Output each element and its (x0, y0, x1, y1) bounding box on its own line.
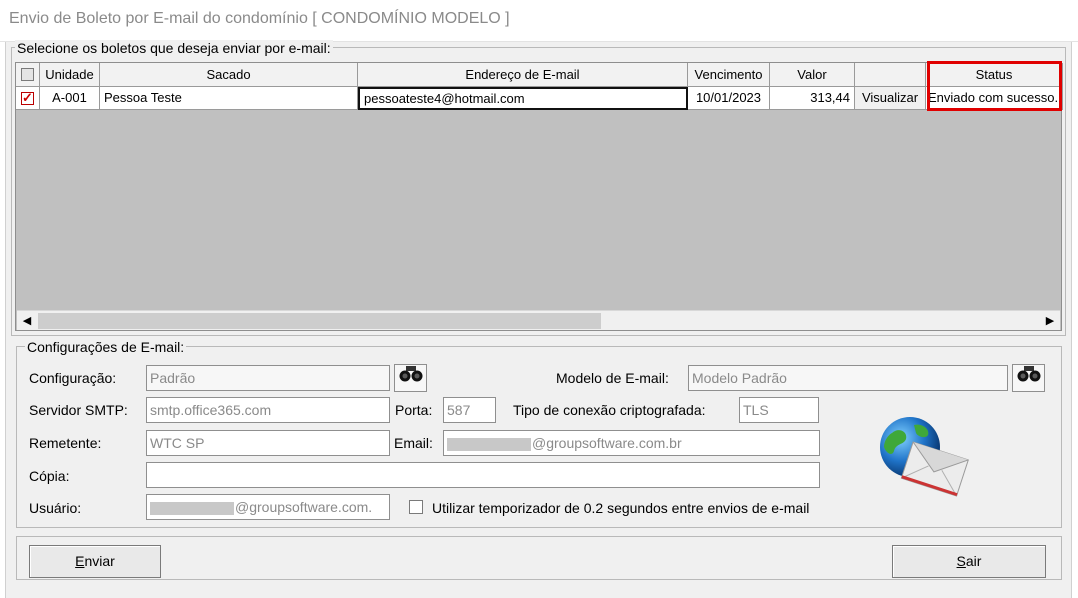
config-legend: Configurações de E-mail: (25, 339, 187, 355)
row-select-cell[interactable]: ✓ (16, 87, 40, 110)
redacted-block (150, 501, 234, 515)
boletos-grid[interactable]: Unidade Sacado Endereço de E-mail Vencim… (15, 61, 1063, 331)
sair-label: air (965, 553, 982, 569)
header-sacado[interactable]: Sacado (100, 63, 358, 87)
email-label: Email: (394, 435, 433, 451)
sair-mnemonic: S (956, 553, 966, 569)
cell-valor[interactable]: 313,44 (770, 87, 855, 110)
configuracao-search-button[interactable] (394, 364, 427, 392)
remetente-label: Remetente: (29, 435, 102, 451)
right-edge (1071, 42, 1078, 598)
header-vencimento[interactable]: Vencimento (688, 63, 770, 87)
cell-sacado[interactable]: Pessoa Teste (100, 87, 358, 110)
row-checkbox[interactable]: ✓ (21, 91, 34, 105)
redacted-block (447, 437, 531, 451)
temporizador-checkbox[interactable] (409, 500, 423, 514)
globe-mail-icon (880, 417, 969, 497)
configuracao-field[interactable]: Padrão (146, 365, 390, 391)
scroll-thumb[interactable] (38, 313, 601, 329)
modelo-label: Modelo de E-mail: (556, 370, 669, 386)
horizontal-scrollbar[interactable]: ◀ ▶ (17, 310, 1060, 330)
smtp-label: Servidor SMTP: (29, 402, 128, 418)
window-title: Envio de Boleto por E-mail do condomínio… (9, 10, 510, 27)
usuario-field[interactable]: @groupsoftware.com. (146, 494, 390, 520)
enviar-button[interactable]: Enviar (29, 545, 161, 578)
modelo-search-button[interactable] (1012, 364, 1045, 392)
email-field[interactable]: @groupsoftware.com.br (443, 430, 820, 456)
scroll-left-arrow-icon[interactable]: ◀ (17, 311, 37, 331)
cell-email[interactable]: pessoateste4@hotmail.com (358, 87, 688, 110)
tipo-conexao-field[interactable]: TLS (739, 397, 819, 423)
cell-vencimento[interactable]: 10/01/2023 (688, 87, 770, 110)
header-email[interactable]: Endereço de E-mail (358, 63, 688, 87)
copia-field[interactable] (146, 462, 820, 488)
configuracao-label: Configuração: (29, 370, 117, 386)
remetente-field[interactable]: WTC SP (146, 430, 390, 456)
select-all-checkbox[interactable] (21, 68, 34, 81)
visualizar-button[interactable]: Visualizar (855, 87, 926, 110)
header-select-all[interactable] (16, 63, 40, 87)
porta-label: Porta: (395, 402, 433, 418)
usuario-label: Usuário: (29, 500, 82, 516)
header-acao[interactable] (855, 63, 926, 87)
usuario-field-value: @groupsoftware.com. (235, 499, 373, 515)
cell-unidade[interactable]: A-001 (40, 87, 100, 110)
binoculars-icon (1017, 366, 1040, 382)
window-titlebar: Envio de Boleto por E-mail do condomínio… (0, 0, 1078, 42)
temporizador-label[interactable]: Utilizar temporizador de 0.2 segundos en… (432, 500, 809, 516)
header-valor[interactable]: Valor (770, 63, 855, 87)
modelo-field[interactable]: Modelo Padrão (688, 365, 1008, 391)
porta-field[interactable]: 587 (443, 397, 496, 423)
binoculars-icon (399, 366, 422, 382)
header-unidade[interactable]: Unidade (40, 63, 100, 87)
copia-label: Cópia: (29, 468, 70, 484)
status-highlight-box (927, 61, 1062, 111)
email-field-value: @groupsoftware.com.br (532, 435, 682, 451)
selection-legend: Selecione os boletos que deseja enviar p… (15, 40, 333, 56)
tipo-conexao-label: Tipo de conexão criptografada: (513, 402, 706, 418)
scroll-right-arrow-icon[interactable]: ▶ (1040, 311, 1060, 331)
sair-button[interactable]: Sair (892, 545, 1046, 578)
smtp-field[interactable]: smtp.office365.com (146, 397, 390, 423)
enviar-label: nviar (84, 553, 115, 569)
left-edge (0, 42, 6, 598)
